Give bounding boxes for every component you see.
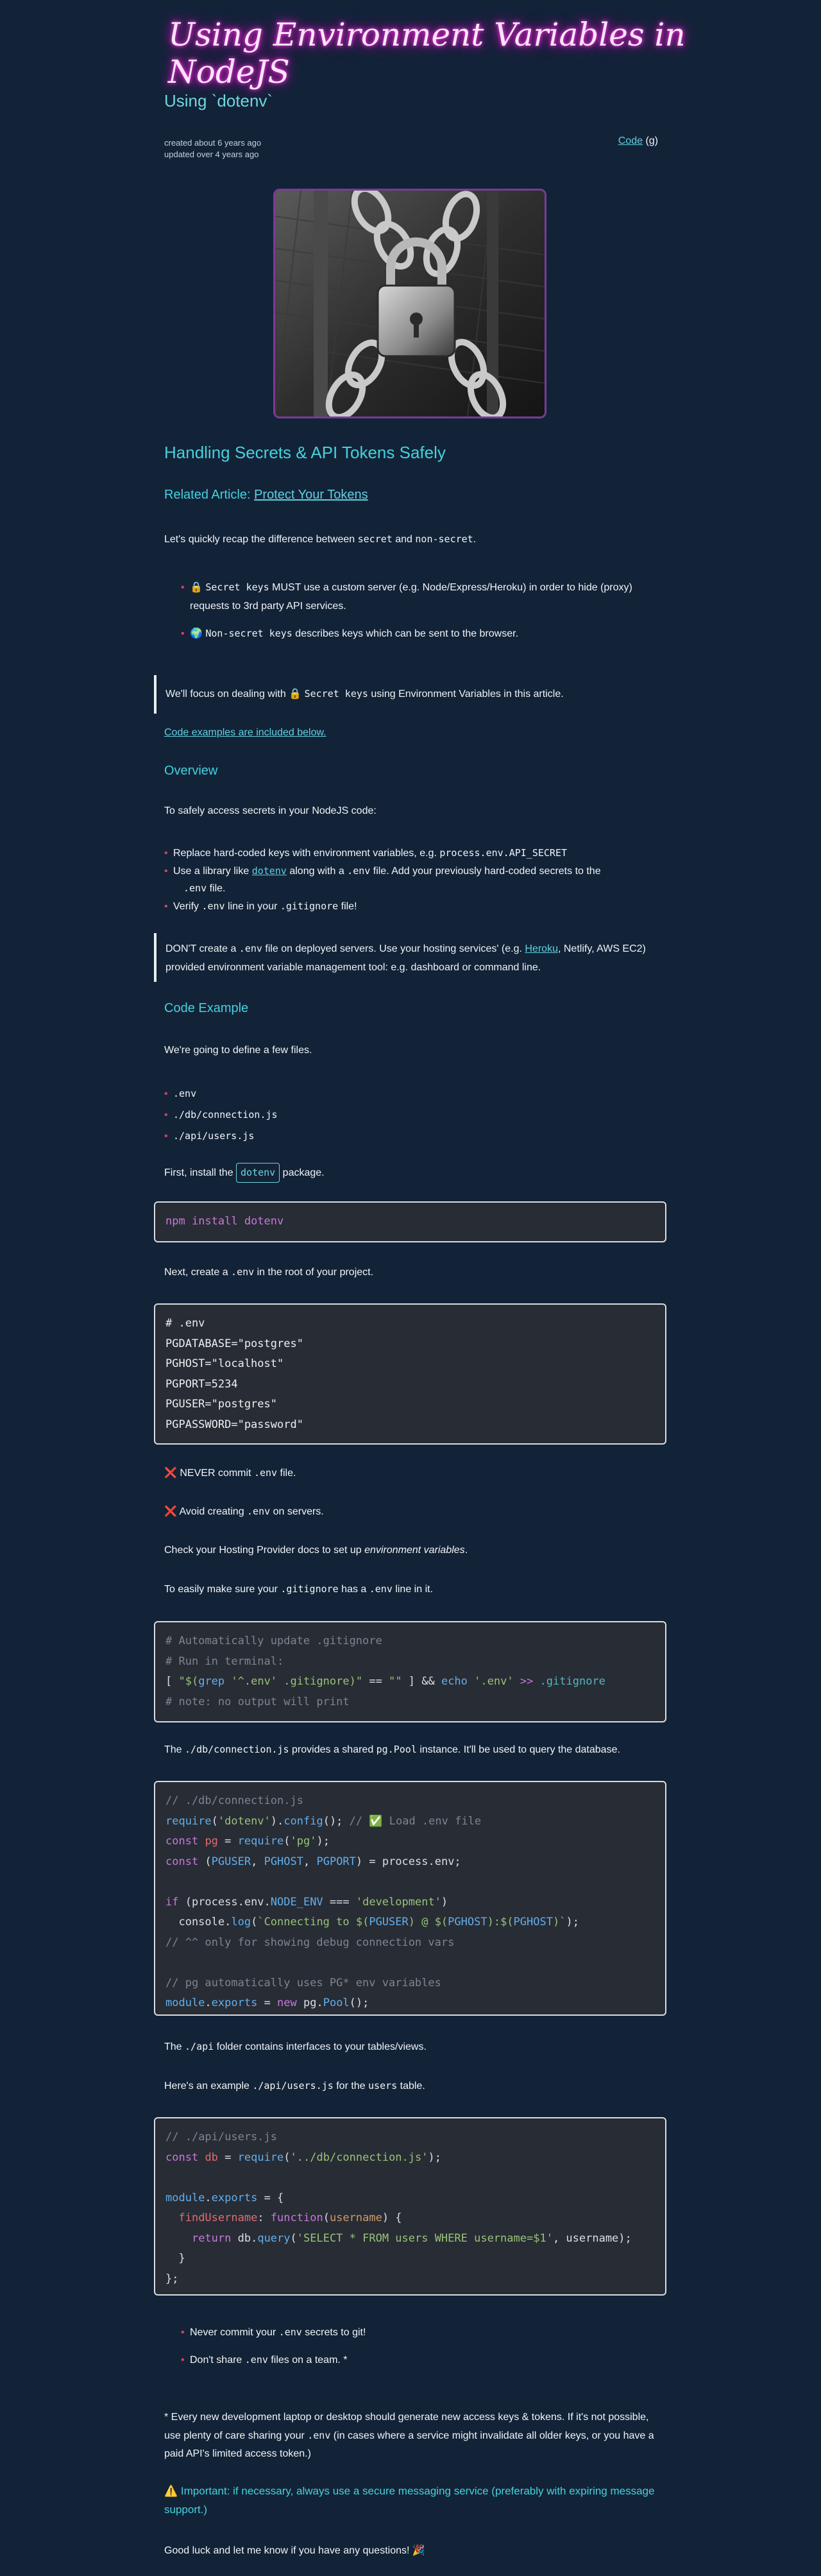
page-title: Using Environment Variables in NodeJS xyxy=(168,16,686,90)
warning-icon: ⚠️ xyxy=(164,2485,178,2497)
avoid-servers-warning: ❌ Avoid creating .env on servers. xyxy=(164,1506,324,1517)
list-item: Never commit your .env secrets to git! xyxy=(181,2323,652,2342)
files-list: .env ./db/connection.js ./api/users.js xyxy=(164,1083,661,1147)
created-date: created about 6 years ago xyxy=(164,138,262,148)
examples-note: Code examples are included below. xyxy=(164,723,666,742)
list-item: ./db/connection.js xyxy=(164,1104,661,1126)
overview-list: Replace hard-coded keys with environment… xyxy=(164,844,661,916)
summary-list: Never commit your .env secrets to git! D… xyxy=(181,2323,652,2369)
hosting-docs-note: Check your Hosting Provider docs to set … xyxy=(164,1545,468,1556)
gitignore-instruction: To easily make sure your .gitignore has … xyxy=(164,1583,434,1595)
api-folder-description: The ./api folder contains interfaces to … xyxy=(164,2041,427,2052)
section-heading-code-example: Code Example xyxy=(164,1001,249,1015)
section-heading-overview: Overview xyxy=(164,764,218,778)
updated-date: updated over 4 years ago xyxy=(164,150,259,159)
env-file-code-block: # .env PGDATABASE="postgres" PGHOST="loc… xyxy=(154,1303,666,1445)
related-article-link[interactable]: Protect Your Tokens xyxy=(254,488,368,502)
cross-mark-icon: ❌ xyxy=(164,1468,177,1479)
list-item: .env xyxy=(164,1083,661,1104)
important-note: ⚠️ Important: if necessary, always use a… xyxy=(164,2485,655,2516)
npm-install-code-block: npm install dotenv xyxy=(154,1201,666,1242)
create-env-instruction: Next, create a .env in the root of your … xyxy=(164,1266,374,1278)
dotenv-link[interactable]: dotenv xyxy=(252,865,287,877)
files-intro: We're going to define a few files. xyxy=(164,1045,312,1056)
globe-icon: 🌍 xyxy=(190,628,203,639)
code-link-suffix: (g) xyxy=(645,135,658,146)
users-example-description: Here's an example ./api/users.js for the… xyxy=(164,2080,425,2091)
cross-mark-icon: ❌ xyxy=(164,1506,177,1517)
connection-code-block: // ./db/connection.js require('dotenv').… xyxy=(154,1781,666,2016)
related-article: Related Article: Protect Your Tokens xyxy=(164,488,368,502)
list-item: ./api/users.js xyxy=(164,1126,661,1147)
code-link[interactable]: Code xyxy=(618,135,643,146)
heroku-link[interactable]: Heroku xyxy=(525,943,558,954)
lock-icon: 🔒 xyxy=(289,689,302,700)
never-commit-warning: ❌ NEVER commit .env file. xyxy=(164,1467,296,1479)
examples-link[interactable]: Code examples are included below. xyxy=(164,727,326,738)
article-meta: created about 6 years ago updated over 4… xyxy=(164,137,261,160)
padlock-icon xyxy=(275,191,545,416)
connection-description: The ./db/connection.js provides a shared… xyxy=(164,1744,620,1755)
code-link-area: Code (g) xyxy=(618,135,658,147)
article-page: Using Environment Variables in NodeJS Us… xyxy=(0,0,821,2576)
users-api-code-block: // ./api/users.js const db = require('..… xyxy=(154,2117,666,2296)
closing-message: Good luck and let me know if you have an… xyxy=(164,2545,425,2556)
gitignore-code-block: # Automatically update .gitignore # Run … xyxy=(154,1621,666,1722)
lock-icon: 🔒 xyxy=(190,582,203,593)
list-item: Use a library like dotenv along with a .… xyxy=(164,863,661,897)
padlock-chain-image xyxy=(273,189,546,418)
list-item: 🔒 Secret keys MUST use a custom server (… xyxy=(181,578,652,615)
recap-paragraph: Let's quickly recap the difference betwe… xyxy=(164,533,477,545)
focus-callout: We'll focus on dealing with 🔒 Secret key… xyxy=(154,675,666,714)
deploy-warning-callout: DON'T create a .env file on deployed ser… xyxy=(154,933,666,982)
page-subtitle: Using `dotenv` xyxy=(164,91,273,110)
list-item: Don't share .env files on a team. * xyxy=(181,2351,652,2369)
dotenv-package-link[interactable]: dotenv xyxy=(236,1163,280,1183)
secret-types-list: 🔒 Secret keys MUST use a custom server (… xyxy=(181,578,652,643)
install-instruction: First, install the dotenv package. xyxy=(164,1163,666,1183)
list-item: Verify .env line in your .gitignore file… xyxy=(164,897,661,916)
list-item: Replace hard-coded keys with environment… xyxy=(164,844,661,863)
list-item: 🌍 Non-secret keys describes keys which c… xyxy=(181,624,652,643)
overview-intro: To safely access secrets in your NodeJS … xyxy=(164,805,377,816)
section-heading-secrets: Handling Secrets & API Tokens Safely xyxy=(164,443,446,462)
footnote: * Every new development laptop or deskto… xyxy=(164,2412,654,2459)
